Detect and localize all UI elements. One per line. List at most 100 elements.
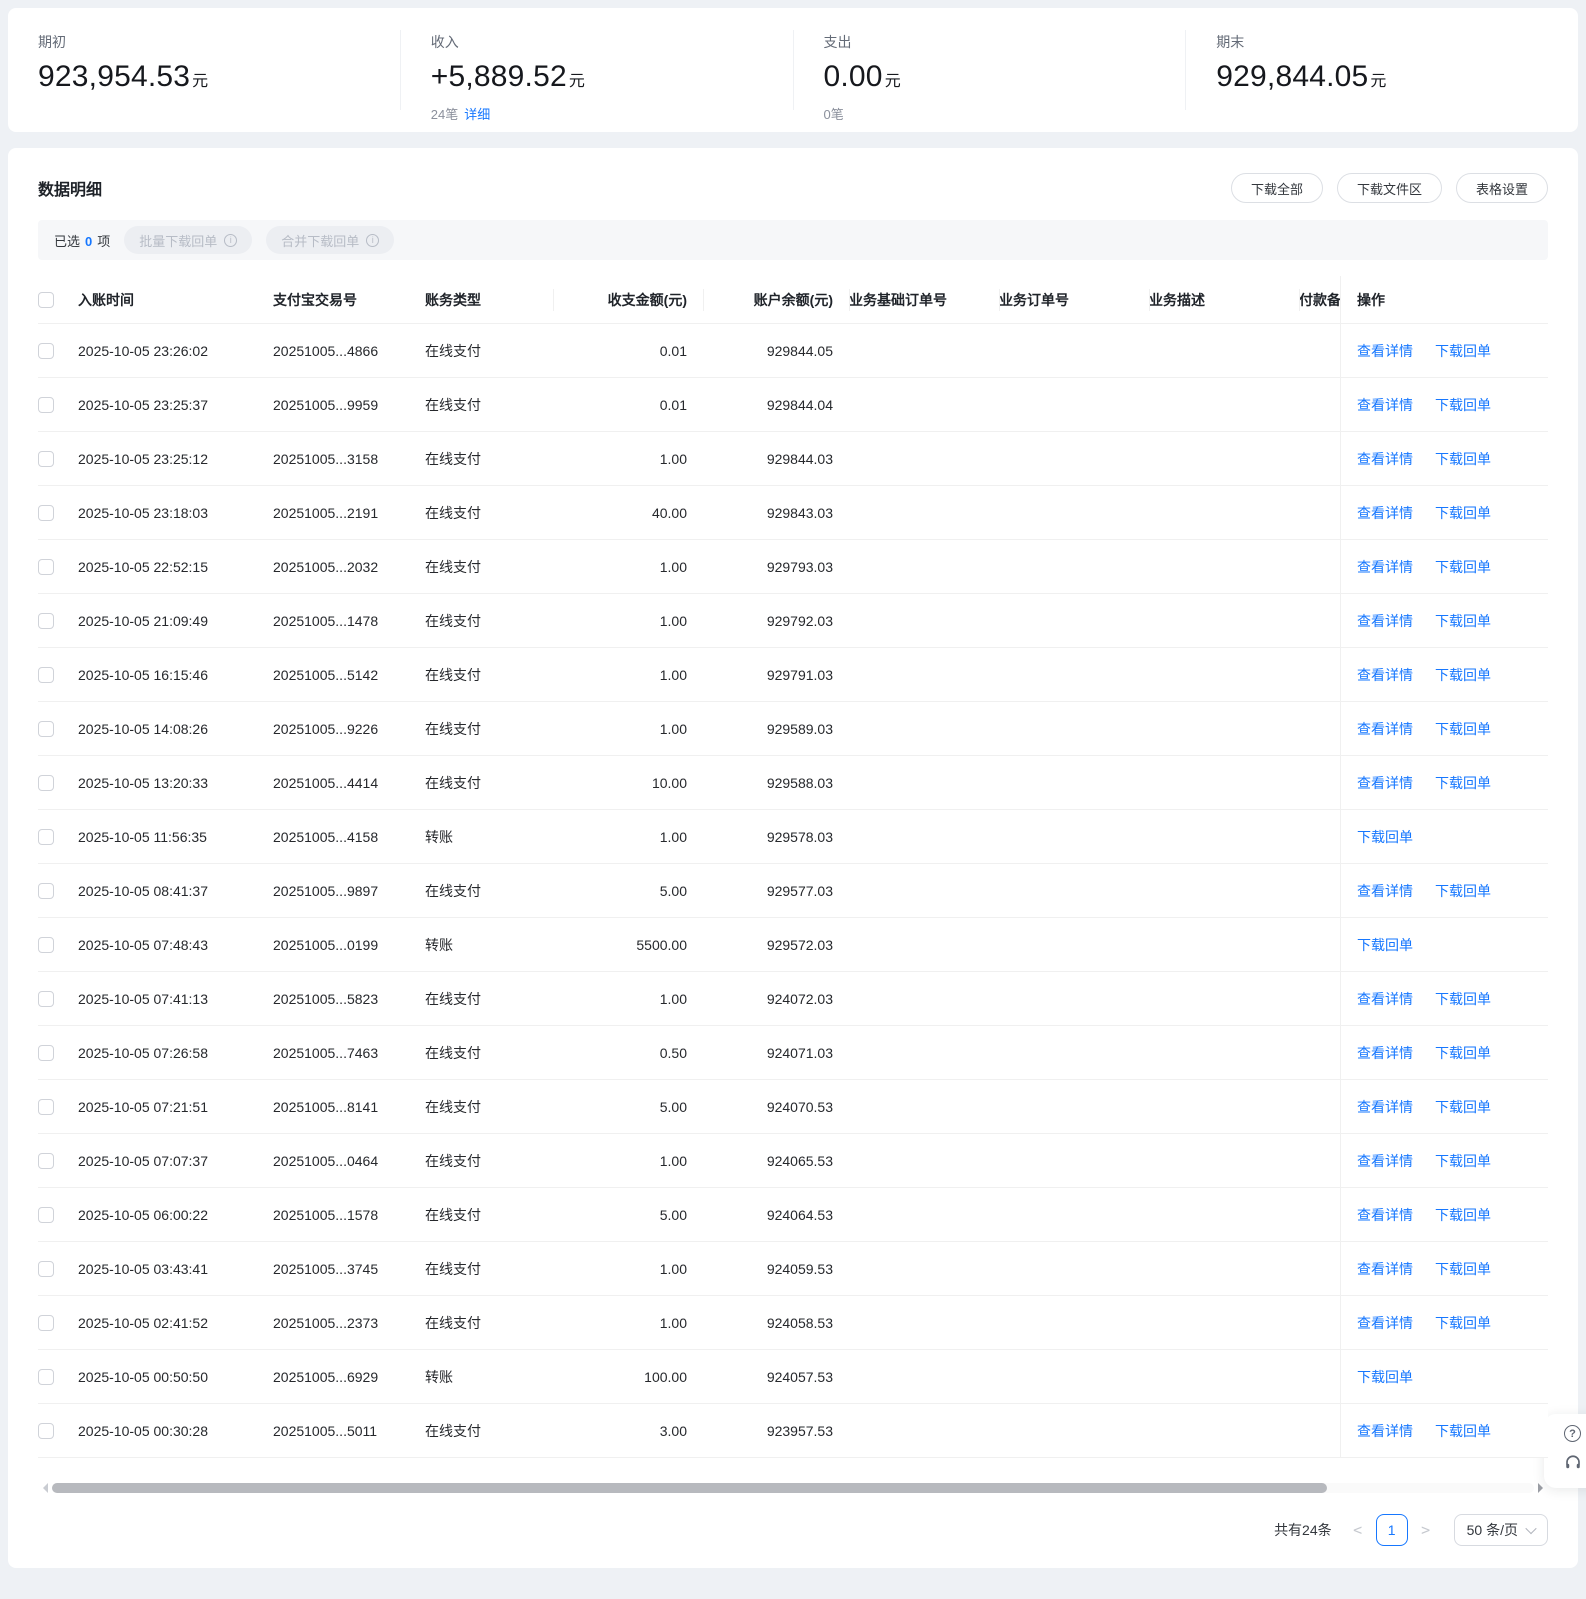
- horizontal-scrollbar[interactable]: [38, 1482, 1548, 1494]
- cell-balance: 929589.03: [703, 702, 849, 756]
- cell-actions: 查看详情 下载回单: [1340, 1026, 1548, 1080]
- view-detail-link[interactable]: 查看详情: [1357, 667, 1413, 683]
- income-detail-link[interactable]: 详细: [464, 107, 490, 122]
- cell-balance: 929791.03: [703, 648, 849, 702]
- selection-bar: 已选0项 批量下载回单 合并下载回单: [38, 220, 1548, 260]
- cell-account-type: 在线支付: [425, 324, 553, 378]
- download-receipt-link[interactable]: 下载回单: [1357, 1369, 1413, 1385]
- row-checkbox[interactable]: [38, 991, 54, 1008]
- view-detail-link[interactable]: 查看详情: [1357, 1153, 1413, 1169]
- row-checkbox[interactable]: [38, 1315, 54, 1332]
- download-receipt-link[interactable]: 下载回单: [1435, 559, 1491, 575]
- cell-time: 2025-10-05 06:00:22: [78, 1188, 273, 1242]
- download-all-button[interactable]: 下载全部: [1230, 173, 1323, 203]
- row-checkbox[interactable]: [38, 883, 54, 900]
- row-checkbox[interactable]: [38, 1261, 54, 1278]
- row-checkbox[interactable]: [38, 667, 54, 684]
- prev-page-button[interactable]: <: [1346, 1521, 1370, 1539]
- current-page-button[interactable]: 1: [1375, 1514, 1408, 1546]
- customer-service-icon[interactable]: [1564, 1454, 1586, 1477]
- row-checkbox[interactable]: [38, 1153, 54, 1170]
- view-detail-link[interactable]: 查看详情: [1357, 343, 1413, 359]
- row-checkbox[interactable]: [38, 451, 54, 468]
- help-icon[interactable]: [1564, 1425, 1581, 1443]
- scrollbar-thumb[interactable]: [52, 1483, 1327, 1493]
- view-detail-link[interactable]: 查看详情: [1357, 721, 1413, 737]
- row-checkbox[interactable]: [38, 1423, 54, 1440]
- download-receipt-link[interactable]: 下载回单: [1435, 991, 1491, 1007]
- cell-amount: 1.00: [553, 1296, 703, 1350]
- download-receipt-link[interactable]: 下载回单: [1435, 1153, 1491, 1169]
- summary-value: +5,889.52 元: [430, 60, 586, 93]
- table-row: 2025-10-05 07:48:43 20251005...0199 转账 5…: [38, 918, 1548, 972]
- row-checkbox[interactable]: [38, 343, 54, 360]
- download-receipt-link[interactable]: 下载回单: [1435, 451, 1491, 467]
- cell-transaction-id: 20251005...3158: [273, 432, 425, 486]
- row-checkbox[interactable]: [38, 937, 54, 954]
- download-receipt-link[interactable]: 下载回单: [1435, 1261, 1491, 1277]
- view-detail-link[interactable]: 查看详情: [1357, 1423, 1413, 1439]
- download-filezone-button[interactable]: 下载文件区: [1336, 173, 1442, 203]
- download-receipt-link[interactable]: 下载回单: [1435, 1315, 1491, 1331]
- view-detail-link[interactable]: 查看详情: [1357, 1045, 1413, 1061]
- view-detail-link[interactable]: 查看详情: [1357, 559, 1413, 575]
- download-receipt-link[interactable]: 下载回单: [1435, 667, 1491, 683]
- cell-transaction-id: 20251005...9226: [273, 702, 425, 756]
- view-detail-link[interactable]: 查看详情: [1357, 1099, 1413, 1115]
- view-detail-link[interactable]: 查看详情: [1357, 1261, 1413, 1277]
- merge-download-button[interactable]: 合并下载回单: [266, 226, 395, 254]
- cell-actions: 查看详情 下载回单: [1340, 486, 1548, 540]
- download-receipt-link[interactable]: 下载回单: [1357, 829, 1413, 845]
- download-receipt-link[interactable]: 下载回单: [1435, 775, 1491, 791]
- download-receipt-link[interactable]: 下载回单: [1435, 1207, 1491, 1223]
- cell-amount: 10.00: [553, 756, 703, 810]
- cell-actions: 查看详情 下载回单: [1340, 702, 1548, 756]
- view-detail-link[interactable]: 查看详情: [1357, 451, 1413, 467]
- scroll-right-icon[interactable]: [1538, 1483, 1548, 1493]
- view-detail-link[interactable]: 查看详情: [1357, 613, 1413, 629]
- row-checkbox[interactable]: [38, 775, 54, 792]
- download-receipt-link[interactable]: 下载回单: [1435, 397, 1491, 413]
- row-checkbox[interactable]: [38, 1099, 54, 1116]
- row-checkbox[interactable]: [38, 613, 54, 630]
- transactions-table-wrap[interactable]: 入账时间 支付宝交易号 账务类型 收支金额(元) 账户余额(元) 业务基础订单号…: [38, 276, 1548, 1458]
- row-checkbox[interactable]: [38, 397, 54, 414]
- download-receipt-link[interactable]: 下载回单: [1435, 505, 1491, 521]
- view-detail-link[interactable]: 查看详情: [1357, 397, 1413, 413]
- cell-transaction-id: 20251005...8141: [273, 1080, 425, 1134]
- row-checkbox[interactable]: [38, 1369, 54, 1386]
- row-checkbox[interactable]: [38, 559, 54, 576]
- select-all-checkbox[interactable]: [38, 292, 54, 309]
- download-receipt-link[interactable]: 下载回单: [1435, 613, 1491, 629]
- row-checkbox[interactable]: [38, 721, 54, 738]
- view-detail-link[interactable]: 查看详情: [1357, 1315, 1413, 1331]
- page-size-select[interactable]: 50 条/页: [1453, 1514, 1548, 1546]
- download-receipt-link[interactable]: 下载回单: [1435, 1423, 1491, 1439]
- download-receipt-link[interactable]: 下载回单: [1435, 1045, 1491, 1061]
- sort-icon[interactable]: [196, 291, 204, 309]
- scrollbar-track[interactable]: [52, 1483, 1534, 1493]
- view-detail-link[interactable]: 查看详情: [1357, 505, 1413, 521]
- row-checkbox[interactable]: [38, 1207, 54, 1224]
- batch-download-button[interactable]: 批量下载回单: [124, 226, 253, 254]
- table-settings-button[interactable]: 表格设置: [1455, 173, 1548, 203]
- row-checkbox[interactable]: [38, 1045, 54, 1062]
- view-detail-link[interactable]: 查看详情: [1357, 883, 1413, 899]
- view-detail-link[interactable]: 查看详情: [1357, 991, 1413, 1007]
- download-receipt-link[interactable]: 下载回单: [1435, 343, 1491, 359]
- row-checkbox[interactable]: [38, 829, 54, 846]
- cell-balance: 929844.04: [703, 378, 849, 432]
- download-receipt-link[interactable]: 下载回单: [1435, 883, 1491, 899]
- row-checkbox[interactable]: [38, 505, 54, 522]
- download-receipt-link[interactable]: 下载回单: [1435, 1099, 1491, 1115]
- download-receipt-link[interactable]: 下载回单: [1357, 937, 1413, 953]
- cell-account-type: 转账: [425, 1350, 553, 1404]
- scroll-left-icon[interactable]: [38, 1483, 48, 1493]
- cell-actions: 查看详情 下载回单: [1340, 1296, 1548, 1350]
- table-row: 2025-10-05 00:50:50 20251005...6929 转账 1…: [38, 1350, 1548, 1404]
- column-header-time[interactable]: 入账时间: [78, 276, 273, 324]
- view-detail-link[interactable]: 查看详情: [1357, 775, 1413, 791]
- view-detail-link[interactable]: 查看详情: [1357, 1207, 1413, 1223]
- download-receipt-link[interactable]: 下载回单: [1435, 721, 1491, 737]
- next-page-button[interactable]: >: [1414, 1521, 1438, 1539]
